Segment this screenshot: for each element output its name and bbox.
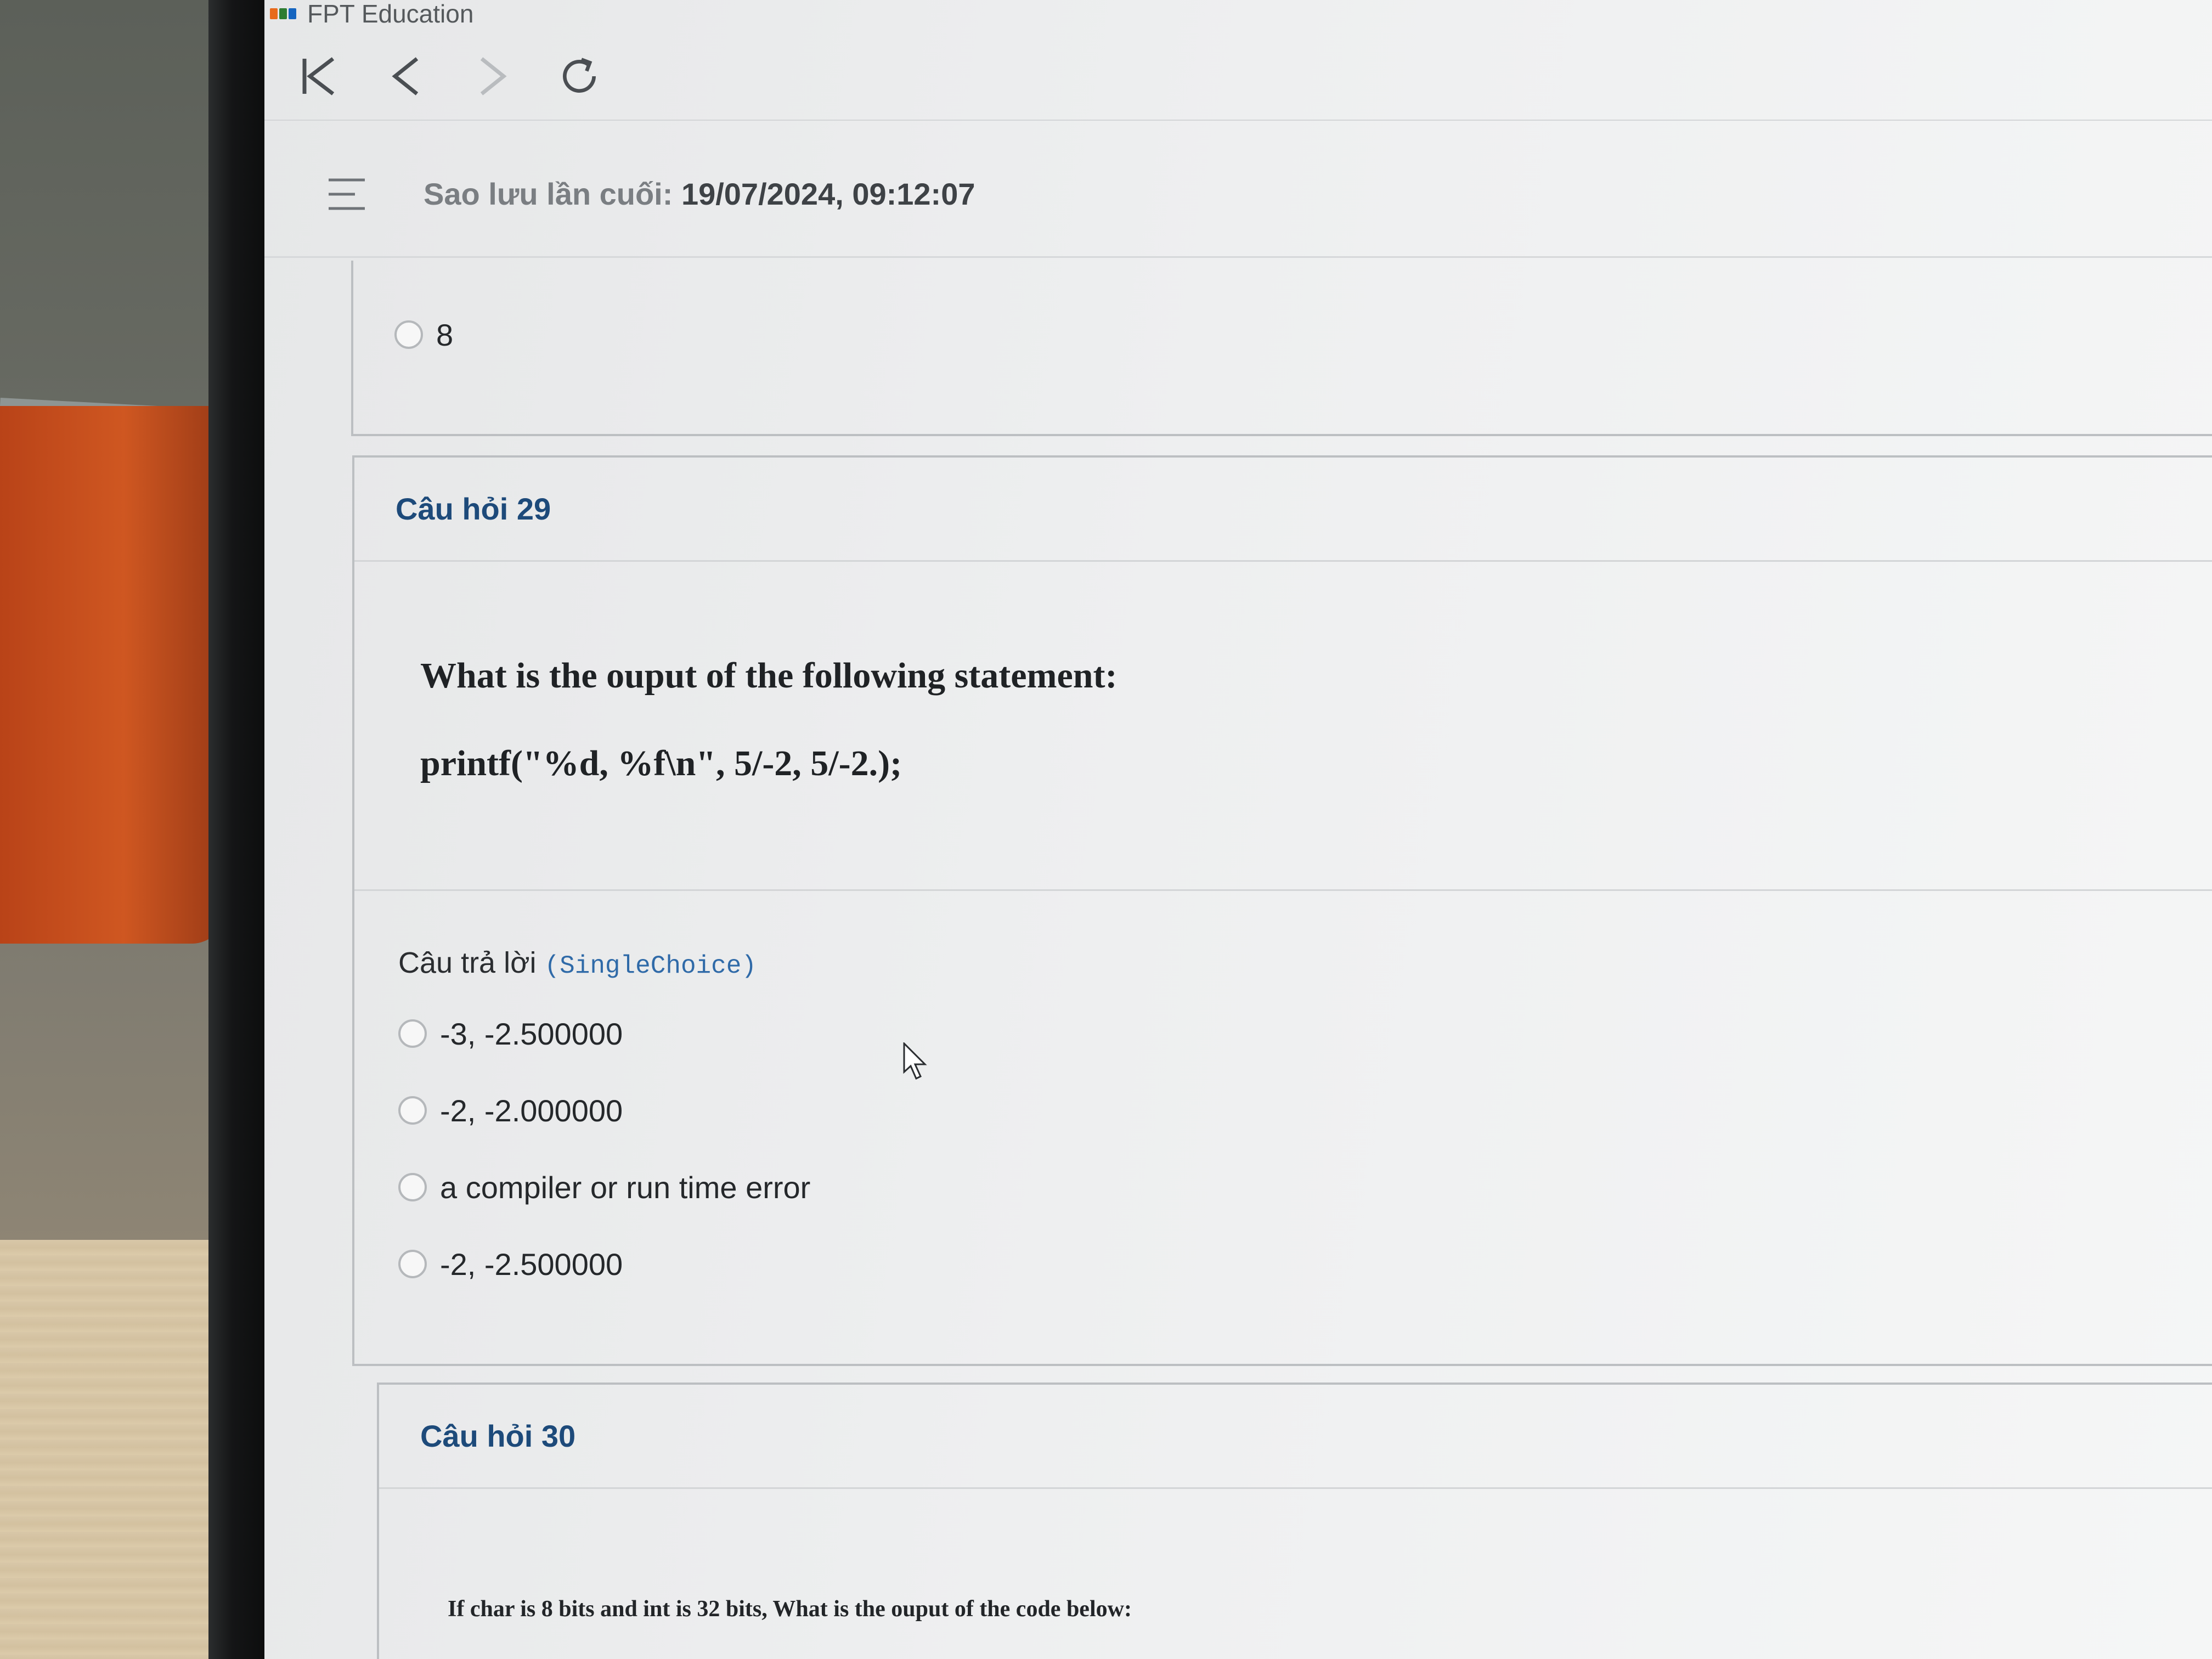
first-page-icon [302, 57, 335, 95]
logo-block-blue [289, 8, 296, 19]
answer-option-4[interactable]: -2, -2.500000 [398, 1242, 623, 1286]
question-text: What is the ouput of the following state… [420, 656, 1118, 696]
browser-nav-toolbar [264, 33, 2212, 121]
radio-button[interactable] [394, 320, 423, 349]
option-label: -2, -2.000000 [440, 1093, 623, 1128]
back-button[interactable] [384, 54, 428, 98]
back-icon [392, 57, 419, 95]
answer-title: Câu trả lời (SingleChoice) [398, 946, 757, 980]
window-titlebar: FPT Education [264, 0, 2212, 28]
question-29-card: Câu hỏi 29 What is the ouput of the foll… [352, 455, 2212, 1366]
logo-block-green [279, 8, 287, 19]
previous-question-card: 8 [351, 261, 2212, 436]
question-30-header: Câu hỏi 30 [379, 1385, 2212, 1489]
laptop-bezel [208, 0, 269, 1659]
quiz-header-bar: Sao lưu lần cuối: 19/07/2024, 09:12:07 [264, 132, 2212, 258]
question-number: Câu hỏi 29 [396, 492, 551, 526]
option-label: 8 [436, 317, 454, 352]
question-number: Câu hỏi 30 [420, 1419, 576, 1453]
question-30-card: Câu hỏi 30 If char is 8 bits and int is … [377, 1383, 2212, 1659]
answer-option-3[interactable]: a compiler or run time error [398, 1165, 810, 1209]
option-label: a compiler or run time error [440, 1170, 811, 1205]
screen: FPT Education Sao lưu lần cuối: 19/07/20… [264, 0, 2212, 1659]
answer-option-2[interactable]: -2, -2.000000 [398, 1088, 623, 1132]
photo-stage: FPT Education Sao lưu lần cuối: 19/07/20… [0, 0, 2212, 1659]
app-logo-icon [270, 6, 301, 21]
reload-icon [563, 58, 596, 93]
answer-option-1[interactable]: -3, -2.500000 [398, 1012, 623, 1056]
question-code: printf("%d, %f\n", 5/-2, 5/-2.); [420, 743, 902, 783]
radio-button[interactable] [398, 1250, 427, 1278]
answer-title-label: Câu trả lời [398, 946, 537, 979]
question-29-body: What is the ouput of the following state… [354, 562, 2212, 891]
last-saved-time: 19/07/2024, 09:12:07 [681, 177, 975, 211]
option-label: -2, -2.500000 [440, 1246, 623, 1282]
background-desk [0, 1240, 236, 1659]
radio-button[interactable] [398, 1173, 427, 1201]
logo-block-orange [270, 8, 278, 19]
mouse-cursor-icon [903, 1042, 927, 1080]
background-chair [0, 406, 225, 944]
window-title: FPT Education [307, 0, 474, 28]
first-page-button[interactable] [297, 54, 341, 98]
reload-button[interactable] [557, 54, 601, 98]
radio-button[interactable] [398, 1019, 427, 1048]
question-29-header: Câu hỏi 29 [354, 458, 2212, 562]
question-text: If char is 8 bits and int is 32 bits, Wh… [448, 1596, 1132, 1622]
forward-icon [480, 57, 507, 95]
option-label: -3, -2.500000 [440, 1016, 623, 1051]
hamburger-menu-icon [329, 178, 365, 210]
last-saved-label: Sao lưu lần cuối: [424, 177, 673, 211]
previous-question-option[interactable]: 8 [394, 313, 453, 357]
forward-button[interactable] [471, 54, 515, 98]
last-saved-status: Sao lưu lần cuối: 19/07/2024, 09:12:07 [424, 176, 975, 212]
menu-button[interactable] [325, 172, 369, 216]
answer-type-label: (SingleChoice) [544, 952, 757, 980]
radio-button[interactable] [398, 1096, 427, 1125]
